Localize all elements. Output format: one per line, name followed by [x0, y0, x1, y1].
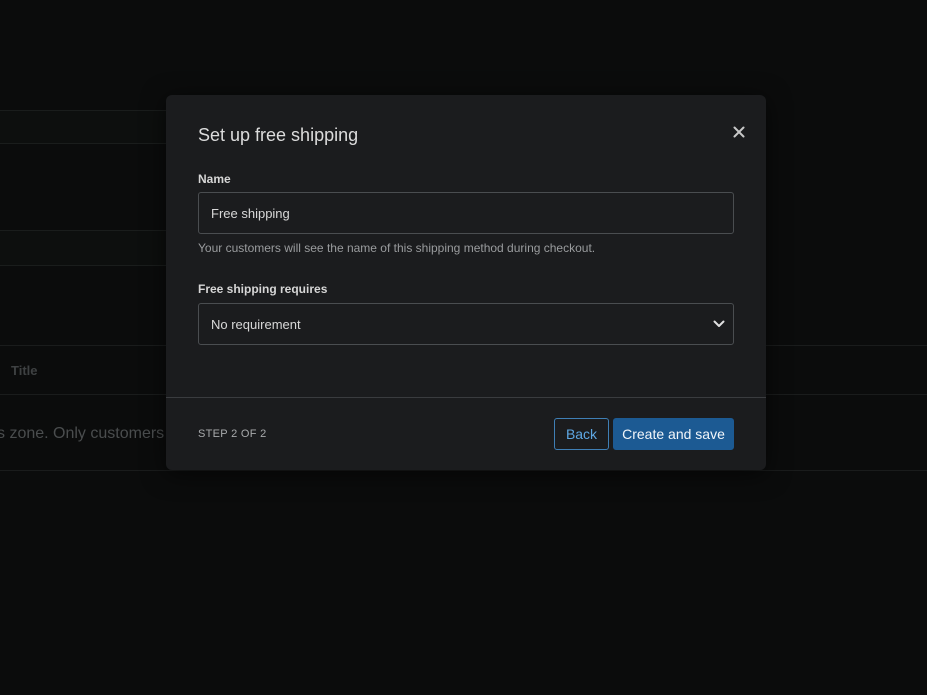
modal-title: Set up free shipping [198, 125, 359, 145]
requirement-select[interactable]: No requirement [198, 303, 734, 345]
close-icon [733, 126, 745, 138]
name-help-text: Your customers will see the name of this… [198, 241, 596, 255]
background-row [0, 110, 170, 144]
back-button[interactable]: Back [554, 418, 609, 450]
footer-divider [166, 397, 766, 398]
background-column-title: Title [11, 363, 38, 378]
background-row-text: s zone. Only customers [0, 425, 165, 442]
free-shipping-modal: Set up free shipping Name Your customers… [166, 95, 766, 470]
name-input[interactable] [198, 192, 734, 234]
create-and-save-button[interactable]: Create and save [613, 418, 734, 450]
background-row [0, 230, 170, 266]
requirement-label: Free shipping requires [198, 282, 328, 296]
name-label: Name [198, 172, 231, 186]
chevron-down-icon [713, 320, 725, 327]
close-button[interactable] [726, 119, 752, 141]
requirement-selected-value: No requirement [211, 317, 301, 332]
step-indicator: STEP 2 OF 2 [198, 428, 267, 440]
